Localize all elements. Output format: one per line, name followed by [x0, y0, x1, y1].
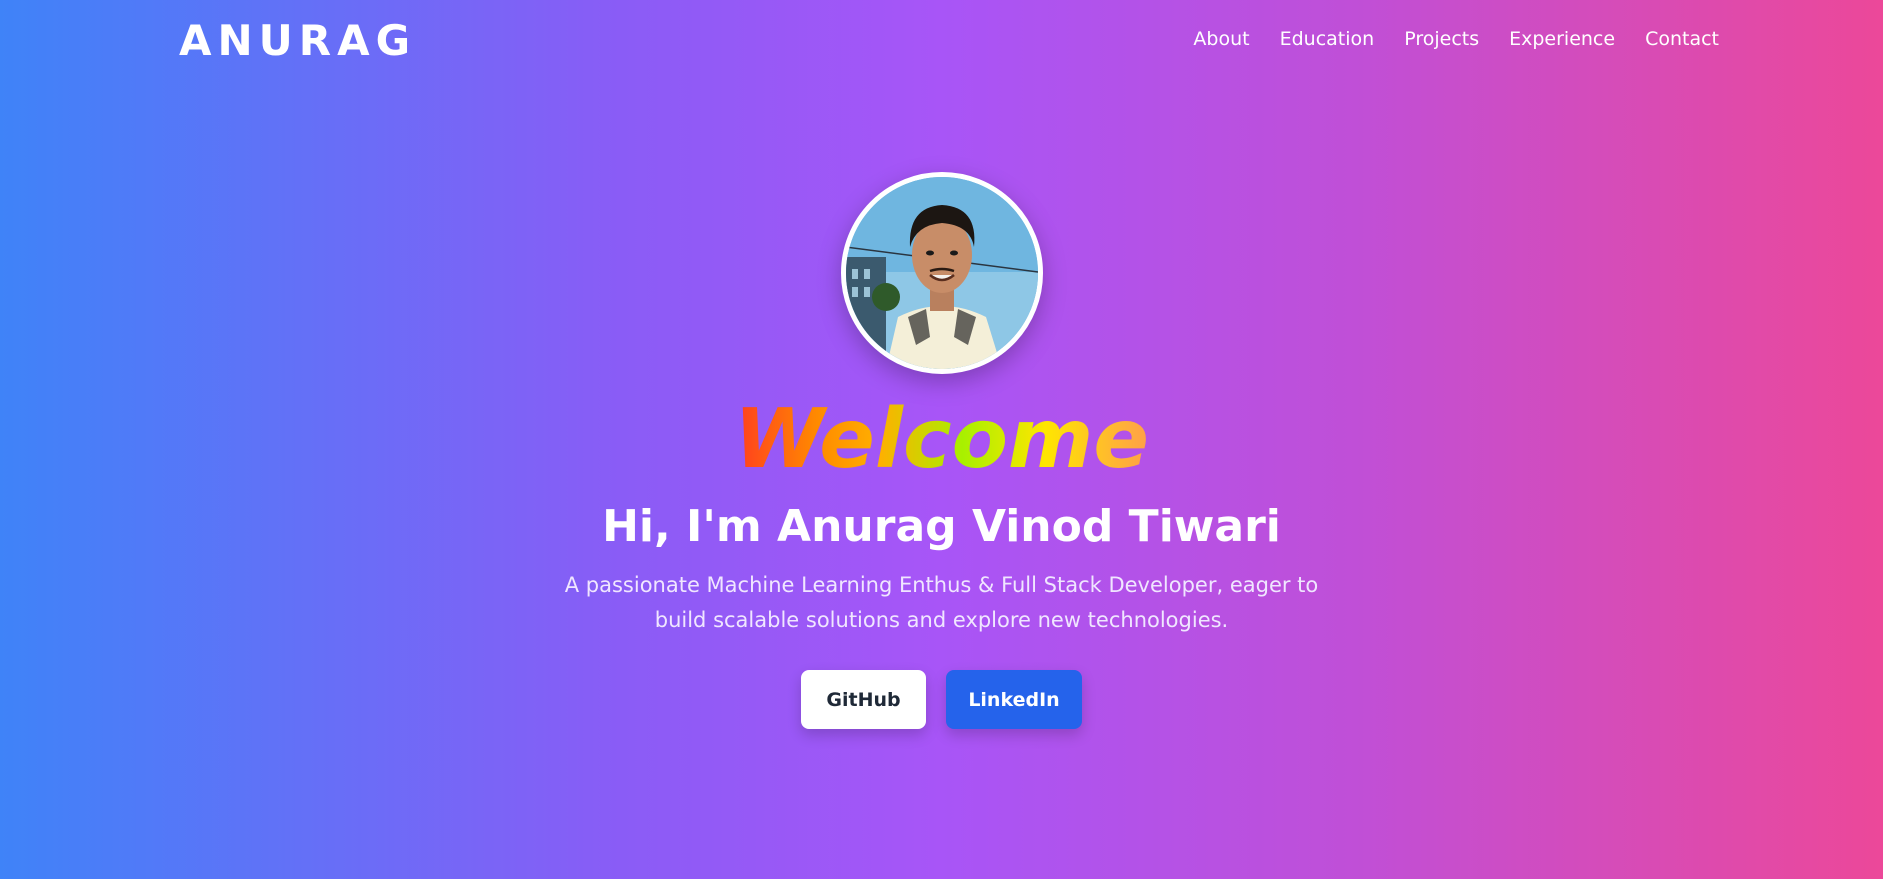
nav-link-contact[interactable]: Contact — [1645, 26, 1719, 52]
navbar: ANURAG About Education Projects Experien… — [0, 0, 1883, 80]
nav-link-about[interactable]: About — [1193, 26, 1249, 52]
welcome-heading: Welcome — [734, 392, 1149, 487]
nav-links: About Education Projects Experience Cont… — [1163, 26, 1719, 52]
nav-link-education[interactable]: Education — [1280, 26, 1375, 52]
hero-tagline: A passionate Machine Learning Enthus & F… — [564, 573, 1319, 632]
hero-buttons: GitHub LinkedIn — [801, 670, 1082, 729]
profile-avatar — [840, 172, 1043, 374]
nav-link-experience[interactable]: Experience — [1509, 26, 1615, 52]
github-button[interactable]: GitHub — [801, 670, 926, 729]
brand-logo[interactable]: ANURAG — [179, 14, 416, 68]
hero-headline: Hi, I'm Anurag Vinod Tiwari — [602, 501, 1281, 552]
profile-photo-icon — [845, 177, 1038, 369]
nav-link-projects[interactable]: Projects — [1404, 26, 1479, 52]
hero-section: Welcome Hi, I'm Anurag Vinod Tiwari A pa… — [0, 172, 1883, 729]
linkedin-button[interactable]: LinkedIn — [946, 670, 1082, 729]
